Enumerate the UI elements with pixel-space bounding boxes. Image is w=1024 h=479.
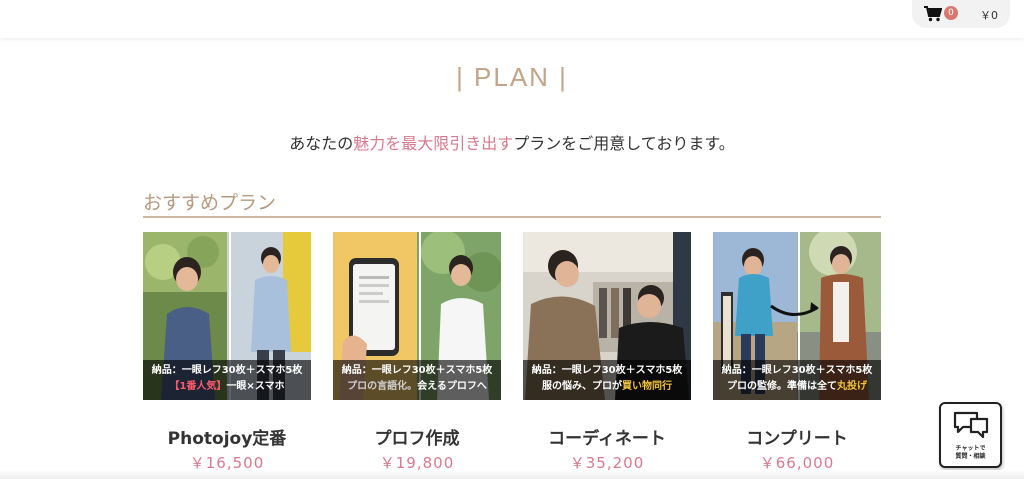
- caption-line2: 服の悩み、プロが買い物同行: [523, 379, 691, 395]
- caption-rest: 服の悩み、プロが: [542, 381, 622, 392]
- plan-caption: 納品：一眼レフ30枚＋スマホ5枚 プロの監修。準備は全て丸投げ: [713, 360, 881, 400]
- intro-highlight: 魅力を最大限引き出す: [353, 134, 514, 153]
- section-divider: [143, 216, 881, 218]
- section-heading: おすすめプラン: [143, 192, 277, 214]
- caption-line1: 納品：一眼レフ30枚＋スマホ5枚: [151, 365, 303, 376]
- plan-image[interactable]: 納品：一眼レフ30枚＋スマホ5枚 プロの言語化。会えるプロフへ: [333, 232, 501, 400]
- page-title: | PLAN |: [456, 62, 568, 92]
- caption-line1: 納品：一眼レフ30枚＋スマホ5枚: [531, 365, 683, 376]
- cart-icon: [924, 6, 942, 22]
- chat-line1: チャットで: [955, 445, 986, 452]
- caption-accent: 買い物同行: [622, 381, 672, 392]
- caption-line1: 納品：一眼レフ30枚＋スマホ5枚: [341, 365, 493, 376]
- chat-button[interactable]: チャットで 質問・相談: [939, 402, 1002, 468]
- cart-total: ￥0: [980, 9, 998, 22]
- cart-button[interactable]: 0 ￥0: [912, 0, 1010, 28]
- caption-rest: 一眼×スマホ: [226, 381, 285, 392]
- plan-caption: 納品：一眼レフ30枚＋スマホ5枚 プロの言語化。会えるプロフへ: [333, 360, 501, 400]
- intro-after: プランをご用意しております。: [513, 134, 735, 153]
- plan-name[interactable]: Photojoy定番: [143, 424, 311, 449]
- caption-accent: 【1番人気】: [169, 381, 227, 392]
- plan-image[interactable]: 納品：一眼レフ30枚＋スマホ5枚 プロの監修。準備は全て丸投げ: [713, 232, 881, 400]
- caption-accent: プロの言語化。: [347, 381, 418, 392]
- caption-line1: 納品：一眼レフ30枚＋スマホ5枚: [721, 365, 873, 376]
- plan-card-coordinate[interactable]: 納品：一眼レフ30枚＋スマホ5枚 服の悩み、プロが買い物同行 コーディネート ￥…: [523, 232, 691, 472]
- plan-name[interactable]: コンプリート: [713, 424, 881, 449]
- caption-rest: プロの監修。準備は全て: [727, 381, 837, 392]
- chat-label: チャットで 質問・相談: [941, 445, 1000, 461]
- caption-line2: プロの監修。準備は全て丸投げ: [713, 379, 881, 395]
- bottom-fade: [0, 470, 1024, 479]
- plan-caption: 納品：一眼レフ30枚＋スマホ5枚 服の悩み、プロが買い物同行: [523, 360, 691, 400]
- caption-line2: プロの言語化。会えるプロフへ: [333, 379, 501, 395]
- plan-name[interactable]: プロフ作成: [333, 424, 501, 449]
- chat-bubbles-icon: [953, 411, 989, 439]
- plan-card-profile[interactable]: 納品：一眼レフ30枚＋スマホ5枚 プロの言語化。会えるプロフへ プロフ作成 ￥1…: [333, 232, 501, 472]
- plan-caption: 納品：一眼レフ30枚＋スマホ5枚 【1番人気】一眼×スマホ: [143, 360, 311, 400]
- caption-rest: 会えるプロフへ: [417, 381, 487, 392]
- intro-text: あなたの魅力を最大限引き出すプランをご用意しております。: [0, 130, 1024, 154]
- plan-image[interactable]: 納品：一眼レフ30枚＋スマホ5枚 服の悩み、プロが買い物同行: [523, 232, 691, 400]
- intro-before: あなたの: [289, 134, 354, 153]
- plan-name[interactable]: コーディネート: [523, 424, 691, 449]
- chat-line2: 質問・相談: [955, 453, 986, 460]
- top-bar: 0 ￥0: [0, 0, 1024, 38]
- caption-line2: 【1番人気】一眼×スマホ: [143, 379, 311, 395]
- cart-count-badge: 0: [944, 6, 958, 20]
- caption-accent: 丸投げ: [837, 381, 867, 392]
- plan-image[interactable]: 納品：一眼レフ30枚＋スマホ5枚 【1番人気】一眼×スマホ: [143, 232, 311, 400]
- plan-card-complete[interactable]: 納品：一眼レフ30枚＋スマホ5枚 プロの監修。準備は全て丸投げ コンプリート ￥…: [713, 232, 881, 472]
- plan-card-photojoy[interactable]: 納品：一眼レフ30枚＋スマホ5枚 【1番人気】一眼×スマホ Photojoy定番…: [143, 232, 311, 472]
